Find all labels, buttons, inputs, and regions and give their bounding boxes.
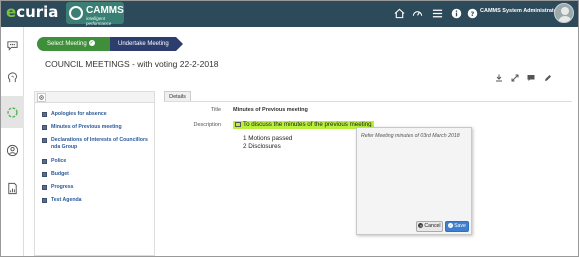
user-circle-icon	[6, 144, 18, 156]
avatar[interactable]	[554, 3, 574, 23]
agenda-panel: Apologies for absence Minutes of Previou…	[34, 91, 155, 256]
description-text: To discuss the minutes of the previous m…	[243, 121, 372, 128]
agenda-item-label: Minutes of Previous meeting	[51, 124, 122, 130]
agenda-item[interactable]: Minutes of Previous meeting	[42, 124, 154, 131]
help-icon[interactable]: ?	[467, 8, 478, 19]
save-button[interactable]: ✓ Save	[445, 221, 469, 232]
gear-button[interactable]	[37, 93, 46, 102]
nav-brain[interactable]	[0, 61, 24, 93]
menu-icon[interactable]	[432, 8, 443, 19]
agenda-item-label: Budget	[51, 171, 69, 177]
left-nav	[0, 27, 24, 257]
camms-logo: CAMMS intelligent performance	[66, 2, 124, 26]
agenda-item-icon	[42, 138, 47, 143]
expand-icon[interactable]	[511, 74, 519, 82]
avatar-head	[561, 7, 569, 15]
cancel-button-label: Cancel	[424, 223, 441, 229]
nav-chat[interactable]	[0, 29, 24, 61]
agenda-item[interactable]: Apologies for absence	[42, 111, 154, 118]
dashboard-icon[interactable]	[412, 8, 423, 19]
agenda-item-icon	[42, 185, 47, 190]
title-value: Minutes of Previous meeting	[233, 107, 308, 113]
nav-user[interactable]	[0, 134, 24, 166]
ecuria-logo[interactable]: ecuria	[6, 3, 64, 24]
agenda-item[interactable]: Progress	[42, 184, 154, 191]
agenda-item-label: Apologies for absence	[51, 111, 107, 117]
breadcrumb-step1-label: Select Meeting	[47, 41, 87, 47]
check-icon: ✓	[88, 40, 95, 47]
description-list-item: 1 Motions passed	[243, 135, 293, 142]
home-icon[interactable]	[394, 8, 405, 19]
check-icon: ✓	[448, 223, 454, 229]
agenda-item[interactable]: Budget	[42, 171, 154, 178]
description-editor-line[interactable]: To discuss the minutes of the previous m…	[233, 121, 374, 129]
agenda-panel-header	[35, 92, 154, 103]
chat-icon	[6, 40, 18, 51]
save-button-label: Save	[454, 223, 466, 229]
agenda-item-label: Progress	[51, 184, 74, 190]
top-bar: ecuria CAMMS intelligent performance ? C…	[0, 0, 579, 27]
edit-icon[interactable]	[544, 74, 552, 82]
agenda-item-label: Police	[51, 158, 67, 164]
agenda-item-icon	[42, 112, 47, 117]
camms-title: CAMMS	[86, 5, 124, 16]
cycle-icon	[6, 106, 18, 118]
brain-icon	[7, 71, 17, 82]
breadcrumb-select-meeting[interactable]: Select Meeting ✓	[37, 37, 117, 51]
gear-icon	[39, 95, 44, 100]
close-icon: ×	[418, 223, 424, 229]
agenda-item-label: Declarations of Interests of Councillors…	[51, 137, 148, 150]
description-list-item: 2 Disclosures	[243, 142, 281, 150]
link-icon	[235, 121, 241, 127]
nav-report[interactable]	[0, 172, 24, 204]
user-name[interactable]: CAMMS System Administrator	[480, 8, 559, 14]
cancel-button[interactable]: × Cancel	[416, 221, 443, 232]
description-label: Description	[193, 122, 221, 128]
agenda-item-icon	[42, 198, 47, 203]
breadcrumb-step2-label: Undertake Meeting	[118, 41, 169, 47]
logo-e: e	[6, 3, 17, 21]
comment-popup: Refer Meeting minutes of 03rd March 2018…	[356, 127, 472, 235]
tab-divider	[164, 101, 572, 102]
title-label: Title	[210, 107, 221, 113]
comment-icon[interactable]	[527, 74, 535, 82]
logo-rest: curia	[16, 3, 59, 21]
agenda-item-icon	[42, 125, 47, 130]
breadcrumb-arrow	[176, 37, 183, 51]
agenda-item-icon	[42, 159, 47, 164]
agenda-item[interactable]: Declarations of Interests of Councillors…	[42, 137, 154, 151]
camms-logo-icon	[69, 6, 83, 20]
avatar-body	[558, 16, 572, 22]
popup-text[interactable]: Refer Meeting minutes of 03rd March 2018	[361, 133, 460, 139]
page-title: COUNCIL MEETINGS - with voting 22-2-2018	[45, 59, 219, 69]
tab-details[interactable]: Details	[164, 91, 191, 101]
info-icon[interactable]	[451, 8, 462, 19]
agenda-item-icon	[42, 172, 47, 177]
nav-cycle[interactable]	[0, 96, 24, 128]
agenda-item-label: Test Agenda	[51, 197, 82, 203]
svg-text:?: ?	[471, 10, 475, 18]
download-icon[interactable]	[495, 74, 503, 82]
agenda-item[interactable]: Police	[42, 158, 154, 165]
description-list: 1 Motions passed 2 Disclosures	[243, 135, 292, 150]
report-icon	[7, 182, 17, 194]
agenda-item[interactable]: Test Agenda	[42, 197, 154, 204]
camms-subtitle: intelligent performance	[86, 16, 112, 26]
breadcrumb-undertake-meeting[interactable]: Undertake Meeting	[110, 37, 183, 51]
